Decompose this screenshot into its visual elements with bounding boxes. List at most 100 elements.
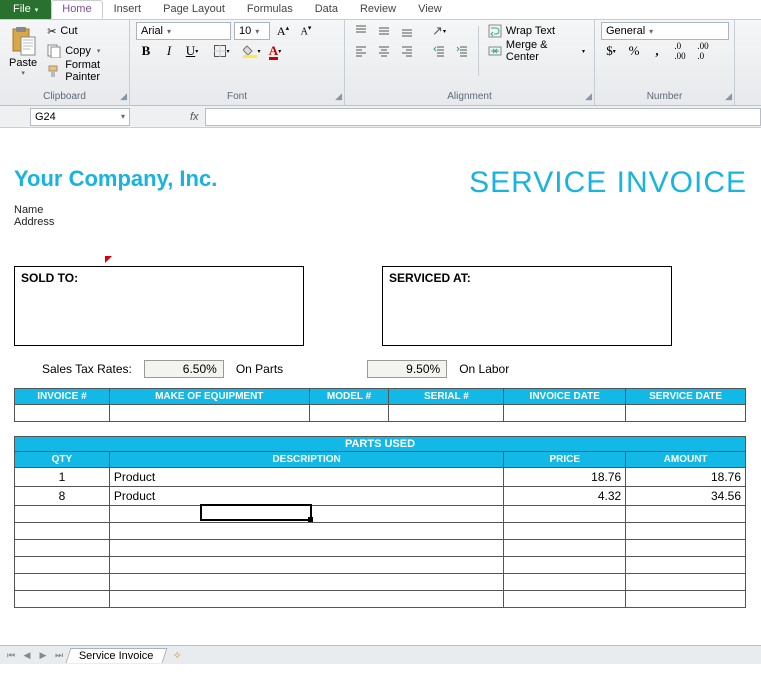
- table-row[interactable]: [15, 540, 746, 557]
- align-center-button[interactable]: [374, 42, 394, 60]
- cell-reference: G24: [35, 111, 56, 123]
- bold-button[interactable]: B: [136, 42, 156, 60]
- name-box[interactable]: G24▾: [30, 108, 130, 126]
- group-label-clipboard: Clipboard: [6, 89, 123, 103]
- table-row[interactable]: 8 Product 4.32 34.56: [15, 487, 746, 506]
- sold-to-box[interactable]: SOLD TO:: [14, 266, 304, 346]
- cut-label: Cut: [60, 25, 77, 37]
- underline-icon: U: [186, 43, 195, 59]
- fill-color-button[interactable]: ▾: [242, 42, 262, 60]
- col-price: PRICE: [504, 452, 626, 468]
- shrink-font-icon: A▾: [301, 24, 312, 37]
- col-invoice: INVOICE #: [15, 389, 110, 405]
- nav-next-icon[interactable]: ▶: [36, 648, 50, 662]
- info-row[interactable]: [15, 405, 746, 422]
- align-right-icon: [401, 45, 413, 57]
- paste-button[interactable]: Paste ▾: [6, 22, 40, 82]
- align-right-button[interactable]: [397, 42, 417, 60]
- cell-desc[interactable]: Product: [110, 468, 504, 487]
- merge-center-label: Merge & Center: [506, 39, 575, 63]
- cell-qty[interactable]: 8: [15, 487, 110, 506]
- col-serial: SERIAL #: [389, 389, 504, 405]
- increase-indent-button[interactable]: [452, 42, 472, 60]
- increase-decimal-button[interactable]: .0.00: [670, 42, 690, 60]
- wrap-text-button[interactable]: Wrap Text: [485, 22, 588, 40]
- worksheet[interactable]: Your Company, Inc. SERVICE INVOICE Name …: [0, 128, 761, 664]
- align-left-button[interactable]: [351, 42, 371, 60]
- nav-last-icon[interactable]: ⏭: [52, 648, 66, 662]
- comma-button[interactable]: ,: [647, 42, 667, 60]
- tab-insert[interactable]: Insert: [103, 0, 153, 19]
- cell-qty[interactable]: 1: [15, 468, 110, 487]
- cell-price[interactable]: 18.76: [504, 468, 626, 487]
- fx-icon[interactable]: fx: [190, 111, 199, 123]
- align-bottom-button[interactable]: [397, 22, 417, 40]
- tax-labor-cell[interactable]: 9.50%: [367, 360, 447, 378]
- table-row[interactable]: [15, 574, 746, 591]
- company-name: Your Company, Inc.: [14, 166, 217, 200]
- format-painter-button[interactable]: Format Painter: [44, 62, 123, 80]
- italic-button[interactable]: I: [159, 42, 179, 60]
- on-labor-label: On Labor: [459, 362, 509, 376]
- sheet-tab[interactable]: Service Invoice: [66, 648, 167, 663]
- font-size-value: 10: [239, 25, 251, 37]
- borders-button[interactable]: ▾: [212, 42, 232, 60]
- table-row[interactable]: [15, 591, 746, 608]
- serviced-at-box[interactable]: SERVICED AT:: [382, 266, 672, 346]
- col-amount: AMOUNT: [626, 452, 746, 468]
- tax-rates-label: Sales Tax Rates:: [42, 362, 132, 376]
- font-size-dropdown[interactable]: 10▾: [234, 22, 270, 40]
- tab-file[interactable]: File: [0, 0, 51, 19]
- shrink-font-button[interactable]: A▾: [296, 22, 316, 40]
- sheet-tab-bar: ⏮ ◀ ▶ ⏭ Service Invoice ✧: [0, 645, 761, 664]
- fill-handle[interactable]: [308, 517, 313, 522]
- orientation-button[interactable]: ↗▾: [429, 22, 449, 40]
- accounting-format-button[interactable]: $▾: [601, 42, 621, 60]
- increase-indent-icon: [456, 45, 468, 57]
- alignment-launcher[interactable]: ◢: [580, 91, 592, 103]
- info-table: INVOICE # MAKE OF EQUIPMENT MODEL # SERI…: [14, 388, 746, 422]
- table-row[interactable]: [15, 506, 746, 523]
- table-row[interactable]: [15, 557, 746, 574]
- tab-view[interactable]: View: [407, 0, 453, 19]
- align-top-button[interactable]: [351, 22, 371, 40]
- tab-page-layout[interactable]: Page Layout: [152, 0, 236, 19]
- nav-prev-icon[interactable]: ◀: [20, 648, 34, 662]
- ribbon-tabs: File Home Insert Page Layout Formulas Da…: [0, 0, 761, 20]
- comma-icon: ,: [655, 43, 658, 59]
- font-name-dropdown[interactable]: Arial▾: [136, 22, 231, 40]
- formula-input[interactable]: [205, 108, 761, 126]
- underline-button[interactable]: U▾: [182, 42, 202, 60]
- new-sheet-button[interactable]: ✧: [173, 649, 182, 662]
- cell-amount[interactable]: 18.76: [626, 468, 746, 487]
- cut-icon: ✂: [47, 25, 56, 38]
- copy-icon: [47, 44, 61, 58]
- align-middle-button[interactable]: [374, 22, 394, 40]
- font-color-button[interactable]: A▾: [265, 42, 285, 60]
- table-row[interactable]: [15, 523, 746, 540]
- tab-home[interactable]: Home: [51, 0, 102, 19]
- tab-review[interactable]: Review: [349, 0, 407, 19]
- grow-font-button[interactable]: A▴: [273, 22, 293, 40]
- number-format-dropdown[interactable]: General▾: [601, 22, 729, 40]
- nav-first-icon[interactable]: ⏮: [4, 648, 18, 662]
- selection-cursor: [200, 504, 312, 521]
- cell-price[interactable]: 4.32: [504, 487, 626, 506]
- decrease-indent-button[interactable]: [429, 42, 449, 60]
- table-row[interactable]: 1 Product 18.76 18.76: [15, 468, 746, 487]
- copy-button[interactable]: Copy▾: [44, 42, 123, 60]
- tab-data[interactable]: Data: [304, 0, 349, 19]
- clipboard-launcher[interactable]: ◢: [115, 91, 127, 103]
- ribbon: Paste ▾ ✂ Cut Copy▾ Format Painter Clipbo…: [0, 20, 761, 106]
- merge-center-button[interactable]: Merge & Center▾: [485, 42, 588, 60]
- tax-parts-cell[interactable]: 6.50%: [144, 360, 224, 378]
- percent-button[interactable]: %: [624, 42, 644, 60]
- col-service-date: SERVICE DATE: [626, 389, 746, 405]
- cut-button[interactable]: ✂ Cut: [44, 22, 123, 40]
- tab-formulas[interactable]: Formulas: [236, 0, 304, 19]
- font-launcher[interactable]: ◢: [330, 91, 342, 103]
- number-launcher[interactable]: ◢: [720, 91, 732, 103]
- decrease-decimal-button[interactable]: .00.0: [693, 42, 713, 60]
- col-qty: QTY: [15, 452, 110, 468]
- cell-amount[interactable]: 34.56: [626, 487, 746, 506]
